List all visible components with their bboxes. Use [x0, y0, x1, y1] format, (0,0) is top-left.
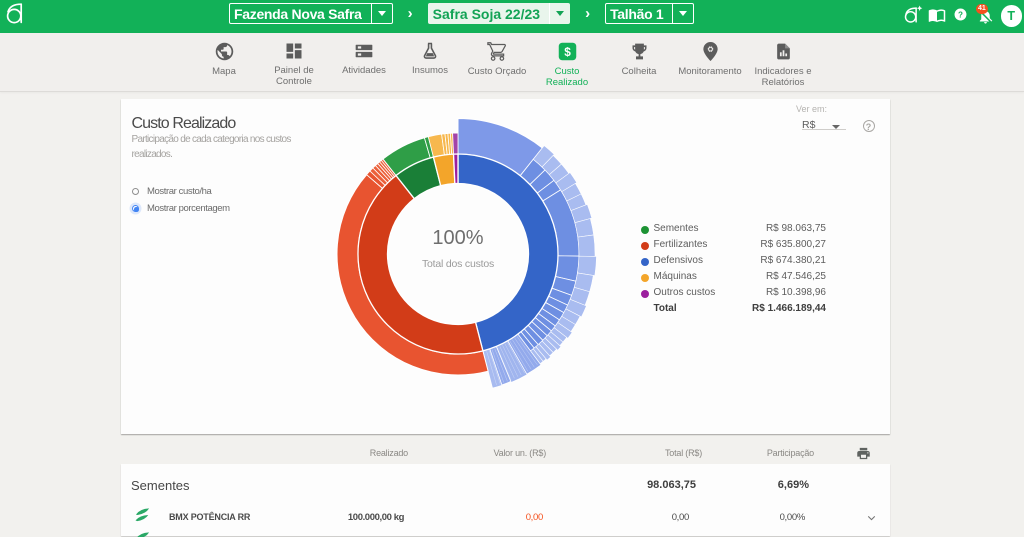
svg-text:?: ?: [958, 10, 963, 19]
svg-text:$: $: [564, 45, 571, 59]
